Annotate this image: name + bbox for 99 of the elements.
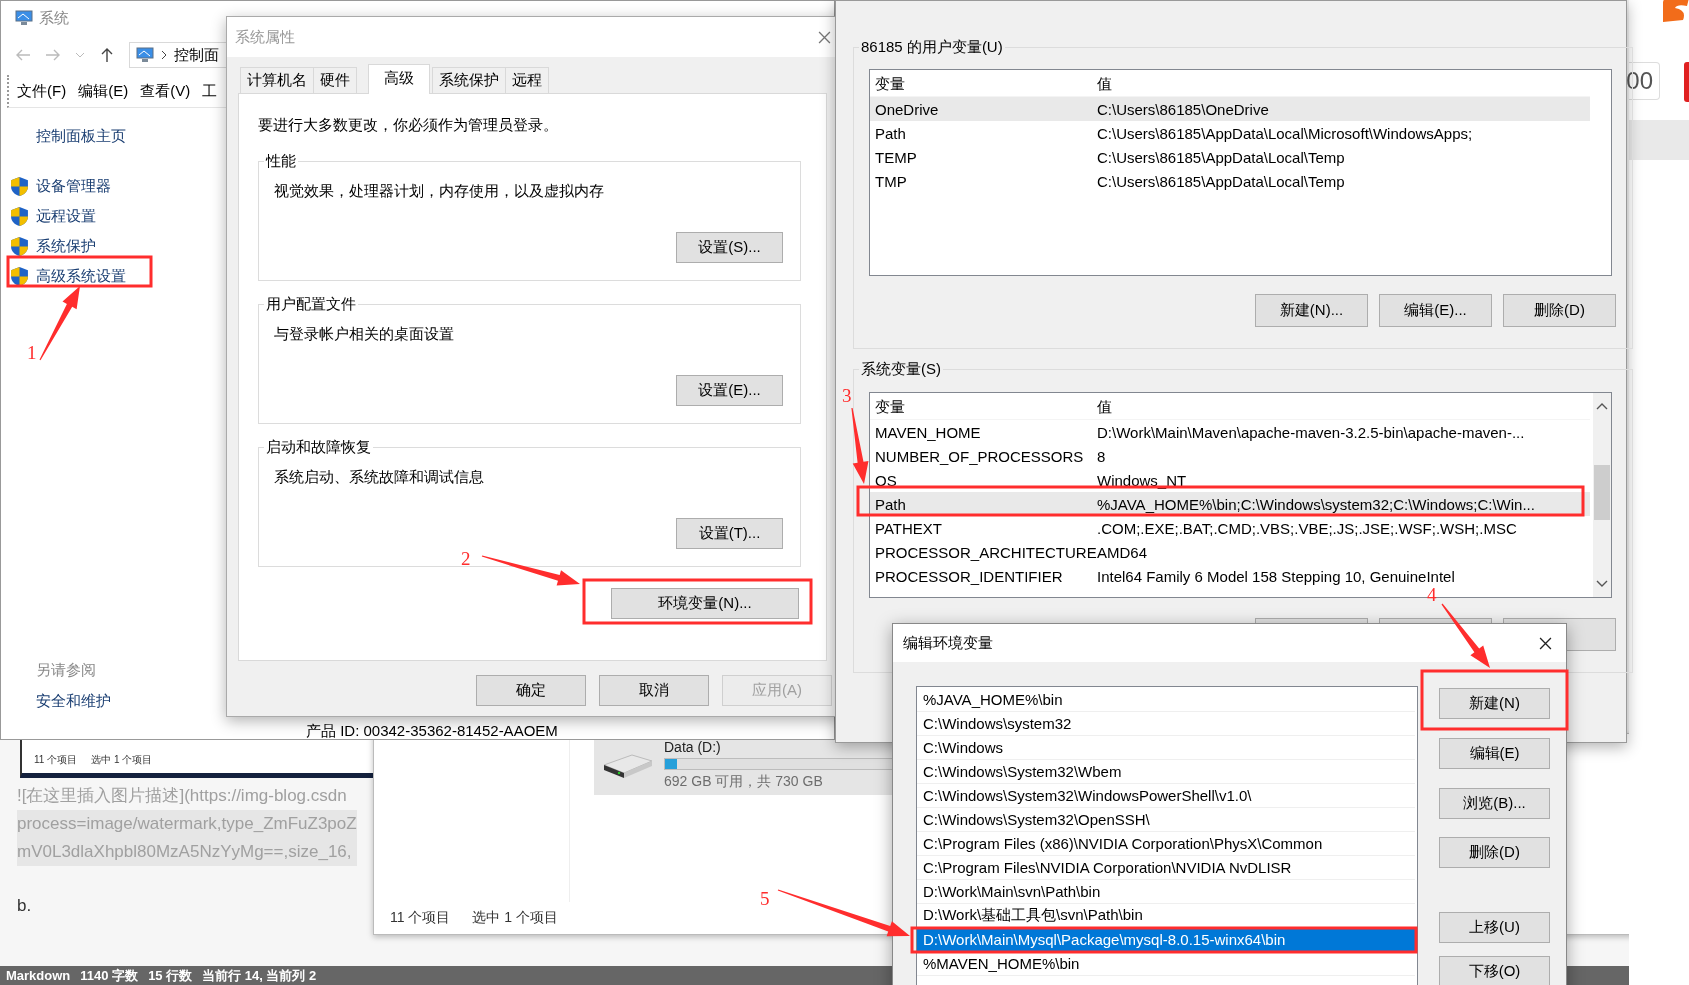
- menu-item[interactable]: 查看(V): [140, 81, 191, 101]
- close-icon[interactable]: [1539, 636, 1552, 650]
- variable-button[interactable]: 删除(D): [1503, 294, 1616, 327]
- sidebar-link[interactable]: 设备管理器: [36, 176, 111, 196]
- tab[interactable]: 远程: [505, 67, 549, 93]
- step-number: 3: [842, 385, 852, 406]
- group-title: 启动和故障恢复: [265, 438, 372, 456]
- step-number: 5: [760, 888, 770, 909]
- menu-item[interactable]: 编辑(E): [78, 81, 129, 101]
- column-header[interactable]: 变量: [875, 74, 1097, 94]
- section-label: 另请参阅: [36, 661, 97, 680]
- variable-row[interactable]: Path %JAVA_HOME%\bin;C:\Windows\system32;C:\Windows;C:\Win...: [870, 492, 1590, 517]
- up-arrow-icon[interactable]: [99, 47, 115, 63]
- path-entry[interactable]: C:\Windows\System32\OpenSSH\: [917, 808, 1415, 832]
- group-title: 86185 的用户变量(U): [860, 38, 1004, 56]
- variable-row[interactable]: PATHEXT .COM;.EXE;.BAT;.CMD;.VBS;.VBE;.JS;.JSE;.WSF;.WSH;.MSC: [870, 516, 1590, 541]
- group-description: 系统启动、系统故障和调试信息: [274, 468, 485, 487]
- group-title: 性能: [264, 152, 297, 170]
- dialog-title: 系统属性: [235, 27, 295, 47]
- pointer-arrow: [1441, 603, 1490, 668]
- variable-row[interactable]: NUMBER_OF_PROCESSORS 8: [870, 444, 1590, 469]
- markdown-line: b.: [17, 896, 32, 916]
- edit-button[interactable]: 删除(D): [1439, 837, 1550, 868]
- status-text: 1140 字数: [80, 966, 139, 985]
- variable-row[interactable]: TEMP C:\Users\86185\AppData\Local\Temp: [870, 145, 1590, 170]
- value-field[interactable]: 00: [1629, 62, 1660, 100]
- chevron-right-icon: [160, 50, 168, 60]
- drive-name: Data (D:): [664, 738, 722, 755]
- step-number: 1: [27, 342, 37, 363]
- group-description: 视觉效果，处理器计划，内存使用，以及虚拟内存: [274, 182, 605, 201]
- path-entry[interactable]: D:\Work\Main\svn\Path\bin: [917, 880, 1415, 904]
- settings-button[interactable]: 设置(T)...: [676, 518, 783, 549]
- path-entry[interactable]: C:\Windows\System32\WindowsPowerShell\v1.0\: [917, 784, 1415, 808]
- shield-icon: [11, 236, 28, 256]
- variable-row[interactable]: PROCESSOR_ARCHITECTUREAMD64: [870, 540, 1590, 565]
- drive-space: 692 GB 可用，共 730 GB: [664, 772, 824, 791]
- path-entry[interactable]: C:\Program Files\NVIDIA Corporation\NVIDIA NvDLISR: [917, 856, 1415, 880]
- path-entry[interactable]: D:\Work\基础工具包\svn\Path\bin: [917, 904, 1415, 928]
- path-entry[interactable]: %JAVA_HOME%\bin: [917, 688, 1415, 712]
- path-entry[interactable]: C:\Program Files (x86)\NVIDIA Corporation\PhysX\Common: [917, 832, 1415, 856]
- path-entry[interactable]: C:\Windows\system32: [917, 712, 1415, 736]
- step-number: 2: [461, 548, 471, 569]
- group-description: 与登录帐户相关的桌面设置: [274, 325, 455, 344]
- computer-icon: [15, 10, 33, 26]
- column-header[interactable]: 变量: [875, 397, 1097, 417]
- edit-button[interactable]: 下移(O): [1439, 956, 1550, 985]
- tab[interactable]: 高级: [368, 64, 430, 94]
- status-text: 选中 1 个项目: [472, 909, 558, 927]
- variable-row[interactable]: OneDrive C:\Users\86185\OneDrive: [870, 97, 1590, 122]
- variable-row[interactable]: Path C:\Users\86185\AppData\Local\Microsoft\WindowsApps;: [870, 121, 1590, 146]
- dialog-title: 编辑环境变量: [903, 633, 993, 653]
- edit-button[interactable]: 新建(N): [1439, 688, 1550, 719]
- scroll-thumb[interactable]: [1594, 465, 1610, 520]
- shield-icon: [11, 176, 28, 196]
- dialog-button[interactable]: 确定: [476, 675, 586, 706]
- tab[interactable]: 计算机名: [240, 67, 314, 93]
- edit-button[interactable]: 浏览(B)...: [1439, 788, 1550, 819]
- status-text: 当前行 14, 当前列 2: [202, 966, 317, 985]
- settings-button[interactable]: 设置(S)...: [676, 232, 783, 263]
- variable-row[interactable]: MAVEN_HOME D:\Work\Main\Maven\apache-maven-3.2.5-bin\apache-maven-...: [870, 420, 1590, 445]
- markdown-line: ![在这里插入图片描述](https://img-blog.csdn: [17, 785, 348, 807]
- group-title: 系统变量(S): [860, 360, 942, 378]
- dialog-button[interactable]: 取消: [599, 675, 709, 706]
- group-title: 用户配置文件: [265, 295, 357, 313]
- status-text: 15 行数: [148, 966, 193, 985]
- status-text: 11 个项目: [390, 909, 451, 927]
- path-entry[interactable]: C:\Windows: [917, 736, 1415, 760]
- sidebar-link[interactable]: 系统保护: [36, 236, 96, 256]
- edit-button[interactable]: 上移(U): [1439, 912, 1550, 943]
- tab[interactable]: 硬件: [313, 67, 357, 93]
- menu-item[interactable]: 工: [202, 81, 218, 101]
- sidebar-link[interactable]: 高级系统设置: [36, 266, 126, 286]
- variable-row[interactable]: TMP C:\Users\86185\AppData\Local\Temp: [870, 169, 1590, 194]
- menu-item[interactable]: 文件(F): [17, 81, 67, 101]
- edit-button[interactable]: 编辑(E): [1439, 738, 1550, 769]
- tab[interactable]: 系统保护: [432, 67, 506, 93]
- path-entry[interactable]: D:\Work\Main\Mysql\Package\mysql-8.0.15-winx64\bin: [917, 928, 1415, 952]
- settings-button[interactable]: 设置(E)...: [676, 375, 783, 406]
- product-id: 产品 ID: 00342-35362-81452-AAOEM: [306, 722, 558, 741]
- variable-row[interactable]: PROCESSOR_IDENTIFIER Intel64 Family 6 Model 158 Stepping 10, GenuineIntel: [870, 564, 1590, 589]
- column-header[interactable]: 值: [1097, 74, 1590, 94]
- sidebar-link[interactable]: 远程设置: [36, 206, 96, 226]
- variable-row[interactable]: OS Windows_NT: [870, 468, 1590, 493]
- path-entry[interactable]: %MAVEN_HOME%\bin: [917, 952, 1415, 976]
- status-text: Markdown: [6, 968, 71, 983]
- scroll-up-icon[interactable]: [1596, 401, 1608, 411]
- thumbnail-status-text: 11 个项目: [34, 752, 78, 767]
- computer-icon: [136, 47, 154, 63]
- scroll-down-icon[interactable]: [1596, 579, 1608, 589]
- variable-button[interactable]: 新建(N)...: [1255, 294, 1368, 327]
- shield-icon: [11, 206, 28, 226]
- shield-icon: [11, 266, 28, 286]
- notice-text: 要进行大多数更改，你必须作为管理员登录。: [258, 116, 558, 133]
- thumbnail-status-text: 选中 1 个项目: [91, 752, 153, 767]
- window-title: 系统: [39, 8, 69, 28]
- environment-variables-button[interactable]: 环境变量(N)...: [611, 588, 799, 619]
- variable-button[interactable]: 编辑(E)...: [1379, 294, 1492, 327]
- path-entry[interactable]: C:\Windows\System32\Wbem: [917, 760, 1415, 784]
- column-header[interactable]: 值: [1097, 397, 1590, 417]
